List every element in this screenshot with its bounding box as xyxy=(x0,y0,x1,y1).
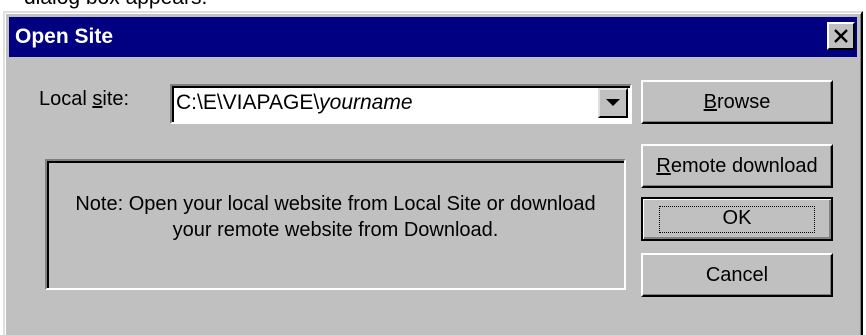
note-text: Note: Open your local website from Local… xyxy=(47,191,624,243)
note-line-1: Note: Open your local website from Local… xyxy=(75,193,596,215)
local-site-label-prefix: Local xyxy=(39,88,93,110)
ok-button[interactable]: OK xyxy=(641,197,833,241)
dialog-title: Open Site xyxy=(15,25,114,48)
local-site-combobox[interactable]: C:\E\VIAPAGE\yourname xyxy=(170,84,632,124)
local-site-value[interactable]: C:\E\VIAPAGE\yourname xyxy=(176,86,413,120)
cancel-button[interactable]: Cancel xyxy=(641,253,833,297)
close-icon xyxy=(834,29,848,43)
note-line-2: your remote website from Download. xyxy=(172,219,499,241)
open-site-dialog: Open Site Local site: C:\E\VIAPAGE\yourn… xyxy=(3,11,863,335)
cancel-label: Cancel xyxy=(705,263,769,286)
local-site-path: C:\E\VIAPAGE\ xyxy=(176,91,320,114)
browse-button[interactable]: Browse xyxy=(641,80,833,124)
remote-download-button[interactable]: Remote download xyxy=(641,144,833,188)
note-panel: Note: Open your local website from Local… xyxy=(45,159,626,290)
dropdown-button[interactable] xyxy=(598,88,628,118)
local-site-label: Local site: xyxy=(39,88,129,111)
chevron-down-icon xyxy=(606,99,620,106)
page-caption: dialog box appears. xyxy=(24,0,207,10)
title-bar[interactable]: Open Site xyxy=(9,17,857,57)
local-site-label-suffix: ite: xyxy=(102,88,130,110)
ok-label: OK xyxy=(658,205,816,233)
close-button[interactable] xyxy=(827,22,855,50)
local-site-label-mnemonic: s xyxy=(92,88,103,110)
local-site-name: yourname xyxy=(319,91,413,114)
